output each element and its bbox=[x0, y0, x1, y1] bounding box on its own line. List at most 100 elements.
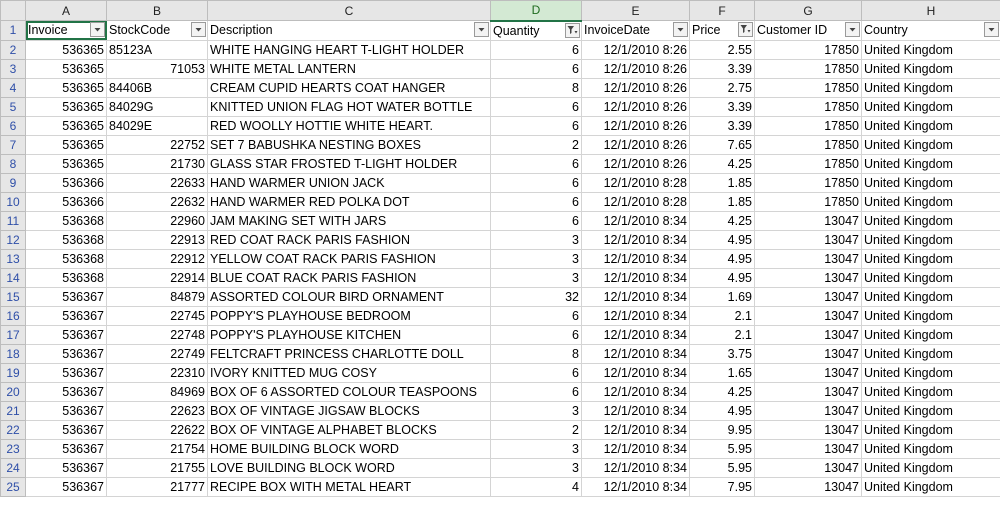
cell-invoice[interactable]: 536367 bbox=[25, 438, 107, 459]
cell-price[interactable]: 7.95 bbox=[689, 476, 755, 497]
cell-invoicedate[interactable]: 12/1/2010 8:34 bbox=[581, 305, 690, 326]
row-number[interactable]: 23 bbox=[0, 438, 26, 459]
row-number[interactable]: 2 bbox=[0, 39, 26, 60]
cell-country[interactable]: United Kingdom bbox=[861, 39, 1000, 60]
cell-price[interactable]: 3.39 bbox=[689, 115, 755, 136]
cell-price[interactable]: 2.1 bbox=[689, 324, 755, 345]
cell-description[interactable]: RED COAT RACK PARIS FASHION bbox=[207, 229, 491, 250]
filter-dropdown-button[interactable] bbox=[673, 22, 688, 37]
row-number[interactable]: 4 bbox=[0, 77, 26, 98]
cell-invoicedate[interactable]: 12/1/2010 8:34 bbox=[581, 476, 690, 497]
cell-customer-id[interactable]: 13047 bbox=[754, 438, 862, 459]
cell-customer-id[interactable]: 17850 bbox=[754, 172, 862, 193]
cell-stockcode[interactable]: 22632 bbox=[106, 191, 208, 212]
cell-stockcode[interactable]: 21730 bbox=[106, 153, 208, 174]
cell-invoice[interactable]: 536368 bbox=[25, 210, 107, 231]
cell-invoice[interactable]: 536367 bbox=[25, 476, 107, 497]
cell-country[interactable]: United Kingdom bbox=[861, 115, 1000, 136]
header-cell-a[interactable]: Invoice bbox=[25, 20, 107, 41]
cell-stockcode[interactable]: 84029G bbox=[106, 96, 208, 117]
cell-quantity[interactable]: 6 bbox=[490, 305, 582, 326]
cell-invoice[interactable]: 536365 bbox=[25, 115, 107, 136]
cell-invoicedate[interactable]: 12/1/2010 8:34 bbox=[581, 248, 690, 269]
cell-country[interactable]: United Kingdom bbox=[861, 381, 1000, 402]
cell-invoice[interactable]: 536366 bbox=[25, 172, 107, 193]
cell-quantity[interactable]: 6 bbox=[490, 115, 582, 136]
cell-invoicedate[interactable]: 12/1/2010 8:28 bbox=[581, 172, 690, 193]
header-cell-f[interactable]: Price bbox=[689, 20, 755, 41]
row-number[interactable]: 18 bbox=[0, 343, 26, 364]
filter-applied-button[interactable] bbox=[738, 22, 753, 37]
cell-price[interactable]: 4.95 bbox=[689, 400, 755, 421]
cell-country[interactable]: United Kingdom bbox=[861, 324, 1000, 345]
cell-customer-id[interactable]: 13047 bbox=[754, 400, 862, 421]
cell-invoicedate[interactable]: 12/1/2010 8:26 bbox=[581, 115, 690, 136]
cell-stockcode[interactable]: 22623 bbox=[106, 400, 208, 421]
row-number[interactable]: 5 bbox=[0, 96, 26, 117]
cell-country[interactable]: United Kingdom bbox=[861, 210, 1000, 231]
cell-invoice[interactable]: 536367 bbox=[25, 343, 107, 364]
cell-invoicedate[interactable]: 12/1/2010 8:34 bbox=[581, 362, 690, 383]
cell-price[interactable]: 5.95 bbox=[689, 457, 755, 478]
cell-invoice[interactable]: 536365 bbox=[25, 96, 107, 117]
cell-invoice[interactable]: 536365 bbox=[25, 134, 107, 155]
cell-description[interactable]: KNITTED UNION FLAG HOT WATER BOTTLE bbox=[207, 96, 491, 117]
cell-quantity[interactable]: 3 bbox=[490, 457, 582, 478]
cell-quantity[interactable]: 8 bbox=[490, 77, 582, 98]
column-letter-f[interactable]: F bbox=[689, 0, 755, 21]
cell-quantity[interactable]: 6 bbox=[490, 58, 582, 79]
cell-stockcode[interactable]: 21754 bbox=[106, 438, 208, 459]
cell-invoicedate[interactable]: 12/1/2010 8:34 bbox=[581, 324, 690, 345]
cell-stockcode[interactable]: 71053 bbox=[106, 58, 208, 79]
cell-price[interactable]: 9.95 bbox=[689, 419, 755, 440]
cell-stockcode[interactable]: 22745 bbox=[106, 305, 208, 326]
cell-stockcode[interactable]: 22913 bbox=[106, 229, 208, 250]
cell-invoicedate[interactable]: 12/1/2010 8:34 bbox=[581, 267, 690, 288]
row-number[interactable]: 25 bbox=[0, 476, 26, 497]
cell-description[interactable]: RECIPE BOX WITH METAL HEART bbox=[207, 476, 491, 497]
row-number[interactable]: 14 bbox=[0, 267, 26, 288]
cell-invoice[interactable]: 536367 bbox=[25, 305, 107, 326]
cell-description[interactable]: BOX OF 6 ASSORTED COLOUR TEASPOONS bbox=[207, 381, 491, 402]
cell-quantity[interactable]: 4 bbox=[490, 476, 582, 497]
filter-dropdown-button[interactable] bbox=[984, 22, 999, 37]
cell-country[interactable]: United Kingdom bbox=[861, 400, 1000, 421]
row-number[interactable]: 19 bbox=[0, 362, 26, 383]
cell-quantity[interactable]: 6 bbox=[490, 96, 582, 117]
cell-price[interactable]: 4.25 bbox=[689, 153, 755, 174]
cell-customer-id[interactable]: 13047 bbox=[754, 229, 862, 250]
cell-invoice[interactable]: 536367 bbox=[25, 419, 107, 440]
column-letter-b[interactable]: B bbox=[106, 0, 208, 21]
cell-customer-id[interactable]: 13047 bbox=[754, 419, 862, 440]
cell-invoicedate[interactable]: 12/1/2010 8:34 bbox=[581, 400, 690, 421]
cell-quantity[interactable]: 6 bbox=[490, 210, 582, 231]
row-number[interactable]: 13 bbox=[0, 248, 26, 269]
cell-invoicedate[interactable]: 12/1/2010 8:34 bbox=[581, 343, 690, 364]
cell-stockcode[interactable]: 22752 bbox=[106, 134, 208, 155]
cell-description[interactable]: IVORY KNITTED MUG COSY bbox=[207, 362, 491, 383]
cell-customer-id[interactable]: 17850 bbox=[754, 134, 862, 155]
row-number[interactable]: 15 bbox=[0, 286, 26, 307]
cell-stockcode[interactable]: 84969 bbox=[106, 381, 208, 402]
cell-invoicedate[interactable]: 12/1/2010 8:28 bbox=[581, 191, 690, 212]
cell-stockcode[interactable]: 22749 bbox=[106, 343, 208, 364]
cell-country[interactable]: United Kingdom bbox=[861, 134, 1000, 155]
cell-quantity[interactable]: 8 bbox=[490, 343, 582, 364]
cell-invoicedate[interactable]: 12/1/2010 8:34 bbox=[581, 438, 690, 459]
cell-price[interactable]: 2.75 bbox=[689, 77, 755, 98]
cell-customer-id[interactable]: 17850 bbox=[754, 153, 862, 174]
filter-dropdown-button[interactable] bbox=[191, 22, 206, 37]
cell-price[interactable]: 7.65 bbox=[689, 134, 755, 155]
cell-customer-id[interactable]: 13047 bbox=[754, 381, 862, 402]
cell-price[interactable]: 2.55 bbox=[689, 39, 755, 60]
cell-country[interactable]: United Kingdom bbox=[861, 305, 1000, 326]
cell-invoicedate[interactable]: 12/1/2010 8:26 bbox=[581, 58, 690, 79]
cell-price[interactable]: 4.95 bbox=[689, 229, 755, 250]
cell-country[interactable]: United Kingdom bbox=[861, 343, 1000, 364]
cell-description[interactable]: HAND WARMER UNION JACK bbox=[207, 172, 491, 193]
cell-customer-id[interactable]: 13047 bbox=[754, 286, 862, 307]
row-number[interactable]: 9 bbox=[0, 172, 26, 193]
cell-invoice[interactable]: 536367 bbox=[25, 362, 107, 383]
cell-country[interactable]: United Kingdom bbox=[861, 58, 1000, 79]
row-number[interactable]: 24 bbox=[0, 457, 26, 478]
